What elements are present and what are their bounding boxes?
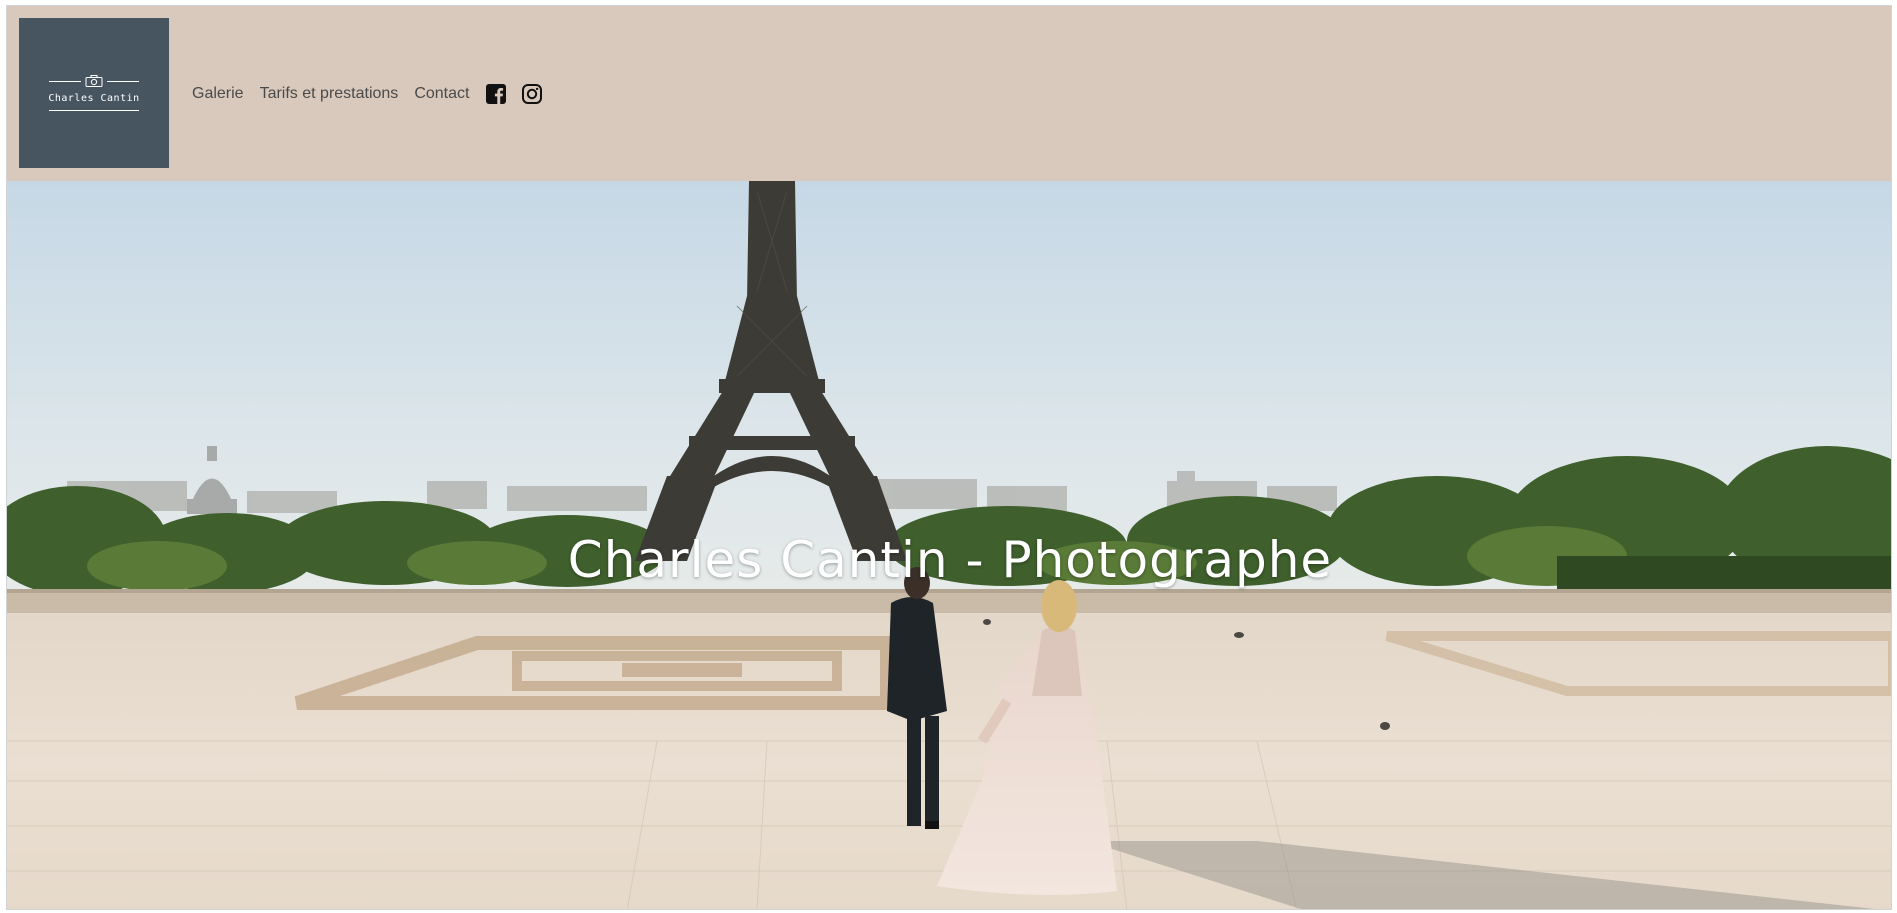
camera-icon bbox=[85, 75, 103, 87]
logo-text: Charles Cantin bbox=[48, 93, 140, 104]
logo-divider-left bbox=[49, 80, 81, 82]
site-header: Charles Cantin Galerie Tarifs et prestat… bbox=[7, 6, 1891, 181]
main-nav: Galerie Tarifs et prestations Contact bbox=[192, 6, 557, 181]
page-frame: Charles Cantin Galerie Tarifs et prestat… bbox=[6, 5, 1892, 910]
instagram-icon[interactable] bbox=[521, 83, 543, 105]
logo-underline bbox=[49, 110, 139, 111]
nav-link-contact[interactable]: Contact bbox=[414, 85, 469, 103]
hero-banner: Charles Cantin - Photographe bbox=[7, 181, 1891, 909]
nav-link-tarifs[interactable]: Tarifs et prestations bbox=[260, 85, 399, 103]
logo-top-row bbox=[49, 75, 139, 87]
site-logo[interactable]: Charles Cantin bbox=[19, 18, 169, 168]
facebook-icon[interactable] bbox=[485, 83, 507, 105]
logo-divider-right bbox=[107, 80, 139, 82]
hero-title: Charles Cantin - Photographe bbox=[567, 531, 1333, 589]
nav-link-galerie[interactable]: Galerie bbox=[192, 85, 244, 103]
